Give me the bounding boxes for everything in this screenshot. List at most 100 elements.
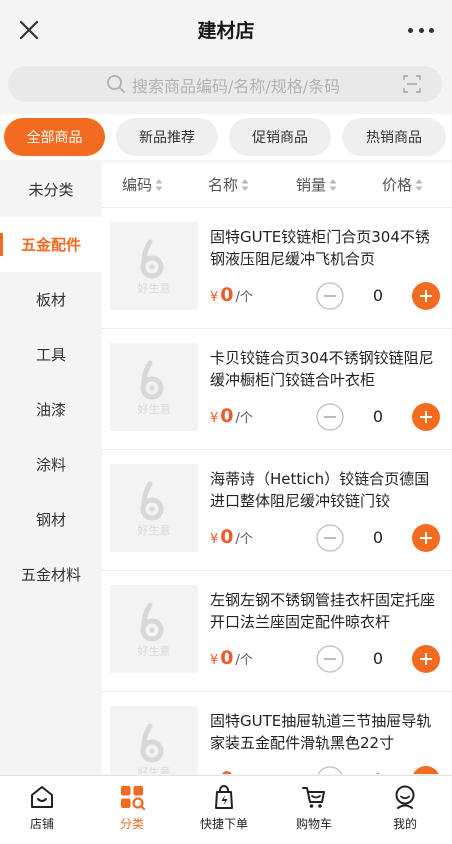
sort-by-code[interactable]: 编码: [122, 174, 163, 195]
decrease-quantity-button[interactable]: [316, 282, 344, 310]
increase-quantity-button[interactable]: [412, 403, 440, 431]
price-value: 0: [220, 647, 234, 669]
search-icon: [107, 75, 125, 93]
sidebar-item-paint[interactable]: 油漆: [0, 382, 102, 437]
bottom-tab-bar: 店铺 分类 快捷下单 购物车 我的: [0, 775, 452, 844]
product-row[interactable]: 好生意 卡贝铰链合页304不锈钢铰链阻尼缓冲橱柜门铰链合叶衣柜 ¥0/个 0: [102, 328, 452, 449]
more-options-icon[interactable]: [408, 17, 434, 43]
tab-label: 店铺: [29, 817, 54, 831]
product-thumbnail: 好生意: [110, 222, 198, 310]
price-unit: /个: [235, 653, 253, 668]
product-row[interactable]: 好生意 左钢左钢不锈钢管挂衣杆固定托座开口法兰座固定配件晾衣杆 ¥0/个 0: [102, 570, 452, 691]
price-currency: ¥: [210, 290, 219, 305]
price-unit: /个: [235, 532, 253, 547]
sort-arrows-icon: [155, 178, 163, 191]
category-hot[interactable]: 热销商品: [342, 118, 446, 156]
placeholder-logo-icon: 好生意: [138, 723, 171, 774]
placeholder-logo-icon: 好生意: [138, 602, 171, 658]
category-new[interactable]: 新品推荐: [116, 118, 218, 156]
price-unit: /个: [236, 770, 253, 774]
price-unit: /个: [235, 290, 253, 305]
sort-by-price[interactable]: 价格: [382, 174, 423, 195]
product-name[interactable]: 固特GUTE抽屉轨道三节抽屉导轨家装五金配件滑轨黑色22寸: [210, 710, 442, 754]
price-currency: ¥: [210, 653, 219, 668]
placeholder-logo-text: 好生意: [138, 644, 171, 658]
product-name[interactable]: 海蒂诗（Hettich）铰链合页德国进口整体阻尼缓冲铰链门铰: [210, 468, 442, 512]
quantity-value: 0: [372, 649, 384, 668]
sort-arrows-icon: [415, 178, 423, 191]
product-row[interactable]: 好生意 海蒂诗（Hettich）铰链合页德国进口整体阻尼缓冲铰链门铰 ¥0/个 …: [102, 449, 452, 570]
page-title: 建材店: [197, 19, 255, 42]
increase-quantity-button[interactable]: [412, 282, 440, 310]
tab-store[interactable]: 店铺: [2, 784, 82, 832]
tab-label: 快捷下单: [199, 817, 248, 831]
placeholder-logo-text: 好生意: [138, 402, 171, 416]
sort-bar: 编码 名称 销量 价格: [102, 162, 452, 204]
tab-cart[interactable]: 购物车: [274, 784, 354, 832]
price-value: 0: [220, 284, 234, 306]
product-row[interactable]: 好生意 固特GUTE铰链柜门合页304不锈钢液压阻尼缓冲飞机合页 ¥0/个 0: [102, 207, 452, 328]
product-thumbnail: 好生意: [110, 343, 198, 431]
price-unit: /个: [235, 411, 253, 426]
decrease-quantity-button[interactable]: [316, 403, 344, 431]
product-name[interactable]: 固特GUTE铰链柜门合页304不锈钢液压阻尼缓冲飞机合页: [210, 226, 442, 270]
increase-quantity-button[interactable]: [412, 766, 440, 774]
sidebar-item-boards[interactable]: 板材: [0, 272, 102, 327]
decrease-quantity-button[interactable]: [316, 524, 344, 552]
quantity-value: 0: [372, 407, 384, 426]
close-icon[interactable]: [14, 15, 44, 45]
sidebar-item-coatings[interactable]: 涂料: [0, 437, 102, 492]
scan-icon[interactable]: [402, 74, 422, 94]
sort-arrows-icon: [329, 178, 337, 191]
quantity-value: 0: [368, 770, 388, 774]
placeholder-logo-icon: 好生意: [138, 239, 171, 295]
sidebar-item-steel[interactable]: 钢材: [0, 492, 102, 547]
product-name[interactable]: 左钢左钢不锈钢管挂衣杆固定托座开口法兰座固定配件晾衣杆: [210, 589, 442, 633]
quantity-value: 0: [372, 286, 384, 305]
tab-category[interactable]: 分类: [92, 784, 172, 832]
decrease-quantity-button[interactable]: [316, 645, 344, 673]
placeholder-logo-icon: 好生意: [138, 360, 171, 416]
product-thumbnail: 好生意: [110, 585, 198, 673]
sort-arrows-icon: [241, 178, 249, 191]
placeholder-logo-text: 好生意: [138, 765, 171, 774]
product-price: ¥0/个: [210, 526, 253, 548]
profile-icon: [395, 785, 415, 809]
search-placeholder: 搜索商品编码/名称/规格/条码: [132, 77, 341, 96]
search-input[interactable]: 搜索商品编码/名称/规格/条码: [8, 66, 442, 102]
sort-name-label: 名称: [208, 176, 239, 194]
increase-quantity-button[interactable]: [412, 524, 440, 552]
category-all[interactable]: 全部商品: [4, 118, 105, 156]
category-promotion[interactable]: 促销商品: [229, 118, 331, 156]
store-icon: [31, 786, 53, 808]
quantity-value: 0: [372, 528, 384, 547]
category-grid-icon: [121, 786, 145, 810]
sort-by-sales[interactable]: 销量: [296, 174, 337, 195]
cart-icon: [302, 787, 325, 808]
tab-profile[interactable]: 我的: [365, 784, 445, 832]
decrease-quantity-button[interactable]: [316, 766, 344, 774]
product-price: ¥0/个: [210, 405, 253, 427]
product-list-panel: 编码 名称 销量 价格 好生意 固特GUTE铰链柜门合页304不锈钢液压阻尼缓冲…: [102, 162, 452, 774]
sort-by-name[interactable]: 名称: [208, 174, 249, 195]
product-name[interactable]: 卡贝铰链合页304不锈钢铰链阻尼缓冲橱柜门铰链合叶衣柜: [210, 347, 442, 391]
sidebar-item-tools[interactable]: 工具: [0, 327, 102, 382]
title-bar: 建材店: [0, 0, 452, 58]
product-price: ¥0/个: [210, 768, 253, 774]
category-sidebar: 未分类 五金配件 板材 工具 油漆 涂料 钢材 五金材料: [0, 162, 102, 774]
price-value: 0: [220, 768, 233, 774]
price-currency: ¥: [210, 532, 219, 547]
increase-quantity-button[interactable]: [412, 645, 440, 673]
sidebar-item-hardware-fittings[interactable]: 五金配件: [0, 217, 102, 272]
price-currency: ¥: [210, 411, 219, 426]
sidebar-item-uncategorized[interactable]: 未分类: [0, 162, 102, 217]
quick-order-icon: [215, 785, 233, 809]
tab-label: 购物车: [295, 817, 332, 831]
tab-quick-order[interactable]: 快捷下单: [184, 784, 264, 832]
category-filter-bar: 全部商品 新品推荐 促销商品 热销商品: [0, 114, 452, 160]
product-row[interactable]: 好生意 固特GUTE抽屉轨道三节抽屉导轨家装五金配件滑轨黑色22寸 ¥0/个 0: [102, 691, 452, 774]
tab-label: 我的: [392, 817, 417, 831]
tab-label: 分类: [119, 817, 144, 831]
sidebar-item-hardware-materials[interactable]: 五金材料: [0, 547, 102, 602]
price-value: 0: [220, 405, 234, 427]
